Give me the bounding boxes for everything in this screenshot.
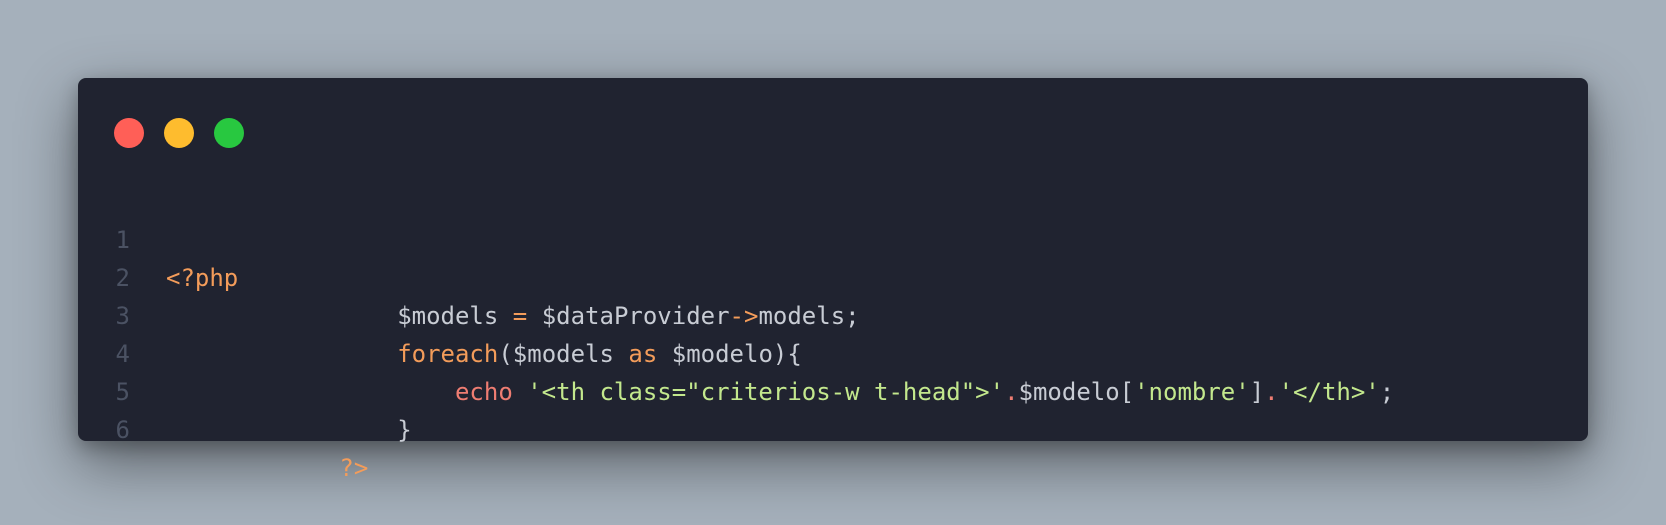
closing-brace: } — [397, 416, 412, 444]
code-line-3: 3 foreach($models as $modelo){ — [78, 259, 1588, 368]
code-line-5: 5 } — [78, 335, 1588, 444]
minimize-dot-icon[interactable] — [164, 118, 194, 148]
line-content: } — [166, 411, 412, 449]
php-close-tag: ?> — [339, 454, 369, 482]
code-window: 1 <?php 2 $models = $dataProvider->model… — [78, 78, 1588, 482]
code-line-2: 2 $models = $dataProvider->models; — [78, 221, 1588, 330]
code-block: 1 <?php 2 $models = $dataProvider->model… — [78, 183, 1588, 482]
close-dot-icon[interactable] — [114, 118, 144, 148]
line-number: 6 — [115, 416, 130, 444]
code-line-4: 4 echo '<th class="criterios-w t-head">'… — [78, 297, 1588, 406]
code-line-1: 1 <?php — [78, 183, 1588, 292]
code-line-6: 6 ?> — [78, 373, 1588, 482]
maximize-dot-icon[interactable] — [214, 118, 244, 148]
line-content: ?> — [166, 449, 368, 487]
